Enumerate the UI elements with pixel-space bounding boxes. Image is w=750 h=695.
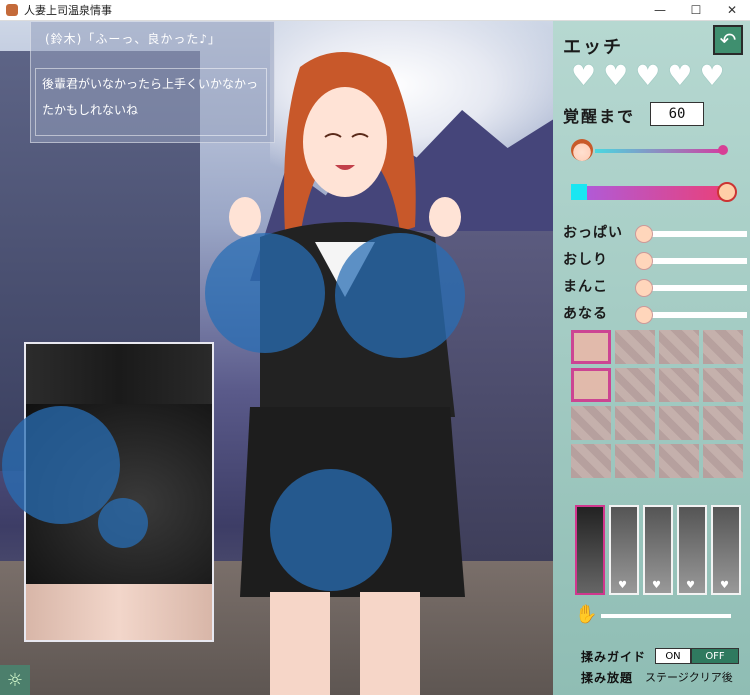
action-cell[interactable] [703, 406, 743, 440]
slider-track[interactable] [643, 258, 747, 264]
action-cell[interactable] [615, 406, 655, 440]
action-cell[interactable] [571, 406, 611, 440]
window-titlebar: 人妻上司温泉情事 — ☐ ✕ [0, 0, 750, 21]
free-mode-row: 揉み放題 ステージクリア後 [581, 669, 733, 686]
dialog-text: 後輩君がいなかったら上手くいかなかったかもしれないね [35, 68, 267, 136]
touch-zone-chest-left[interactable] [205, 233, 325, 353]
touch-zone-butt-inset[interactable] [2, 406, 120, 524]
scene-thumbnail[interactable]: ♥ [711, 505, 741, 595]
action-cell[interactable] [659, 444, 699, 478]
gauge-start-marker [571, 184, 587, 200]
inset-legs [26, 584, 212, 640]
slider-anal: あなる [563, 303, 748, 325]
scene-thumbnails: ♥ ♥ ♥ ♥ [575, 505, 741, 595]
action-cell[interactable] [615, 330, 655, 364]
slider-breasts: おっぱい [563, 222, 748, 244]
scene-thumbnail[interactable]: ♥ [643, 505, 673, 595]
action-cell[interactable] [571, 330, 611, 364]
slider-knob[interactable] [635, 225, 653, 243]
action-grid [571, 330, 743, 478]
awake-label: 覚醒まで [563, 107, 636, 126]
free-mode-label: 揉み放題 [581, 671, 634, 685]
heart-icon: ♥ [686, 580, 695, 591]
action-cell[interactable] [659, 330, 699, 364]
action-cell[interactable] [615, 444, 655, 478]
maximize-button[interactable]: ☐ [678, 0, 714, 20]
heart-icon: ♥ [720, 580, 729, 591]
heart-meter: ♥ ♥ ♥ ♥ ♥ [571, 61, 725, 91]
window-controls: — ☐ ✕ [642, 0, 750, 20]
touch-zone-crotch[interactable] [270, 469, 392, 591]
free-mode-value: ステージクリア後 [645, 671, 733, 684]
dialog-speaker: (鈴木)「ふーっ、良かった♪」 [45, 32, 222, 46]
window-title: 人妻上司温泉情事 [24, 4, 112, 17]
climax-gauge [587, 186, 723, 200]
hand-icon: ✋ [575, 604, 598, 625]
slider-label: おしり [563, 252, 608, 268]
guide-on-button[interactable]: ON [655, 648, 691, 664]
slider-label: あなる [563, 306, 608, 322]
face-icon [571, 139, 593, 161]
action-cell[interactable] [659, 406, 699, 440]
scene-thumbnail[interactable] [575, 505, 605, 595]
slider-track[interactable] [643, 312, 747, 318]
slider-butt: おしり [563, 249, 748, 271]
close-button[interactable]: ✕ [714, 0, 750, 20]
back-button[interactable]: ↶ [713, 25, 743, 55]
heart-icon: ♥ [603, 59, 629, 92]
arousal-bar [595, 149, 723, 153]
heart-icon: ♥ [571, 59, 597, 92]
heart-icon: ♥ [635, 59, 661, 92]
scene-thumbnail[interactable]: ♥ [677, 505, 707, 595]
action-cell[interactable] [703, 368, 743, 402]
slider-label: おっぱい [563, 225, 623, 241]
awake-counter: 60 [650, 102, 704, 126]
touch-zone-chest-right[interactable] [335, 233, 465, 358]
minimize-button[interactable]: — [642, 0, 678, 20]
slider-track[interactable] [643, 231, 747, 237]
heart-icon: ♥ [699, 59, 725, 92]
touch-zone-anal-inset[interactable] [98, 498, 148, 548]
guide-off-button[interactable]: OFF [691, 648, 739, 664]
slider-track[interactable] [643, 285, 747, 291]
speed-slider[interactable] [601, 614, 731, 618]
arousal-bar-marker [718, 145, 728, 155]
action-cell[interactable] [703, 444, 743, 478]
action-cell[interactable] [659, 368, 699, 402]
slider-label: まんこ [563, 279, 608, 295]
action-cell[interactable] [571, 444, 611, 478]
action-cell[interactable] [703, 330, 743, 364]
slider-knob[interactable] [635, 252, 653, 270]
climax-gauge-knob [717, 182, 737, 202]
panel-title: エッチ [563, 37, 623, 58]
slider-knob[interactable] [635, 306, 653, 324]
dialog-box: (鈴木)「ふーっ、良かった♪」 後輩君がいなかったら上手くいかなかったかもしれな… [30, 21, 275, 143]
action-cell[interactable] [571, 368, 611, 402]
heart-icon: ♥ [652, 580, 661, 591]
guide-toggle-row: 揉みガイド ON OFF [581, 647, 750, 665]
slider-vagina: まんこ [563, 276, 748, 298]
action-cell[interactable] [615, 368, 655, 402]
slider-knob[interactable] [635, 279, 653, 297]
heart-icon: ♥ [667, 59, 693, 92]
game-scene[interactable]: (鈴木)「ふーっ、良かった♪」 後輩君がいなかったら上手くいかなかったかもしれな… [0, 21, 553, 695]
scene-thumbnail[interactable]: ♥ [609, 505, 639, 595]
app-icon [6, 4, 18, 16]
settings-sun-icon[interactable]: ☼ [0, 665, 30, 695]
control-panel: エッチ ↶ ♥ ♥ ♥ ♥ ♥ 覚醒まで 60 おっぱい おしり まんこ あなる [553, 21, 750, 695]
guide-label: 揉みガイド [581, 649, 647, 664]
heart-icon: ♥ [618, 580, 627, 591]
